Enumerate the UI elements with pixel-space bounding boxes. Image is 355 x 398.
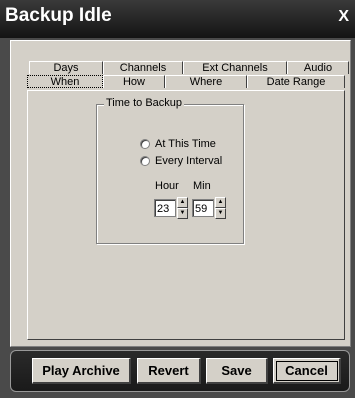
time-to-backup-group: [96, 104, 244, 244]
radio-circle-icon[interactable]: [140, 139, 150, 149]
hour-up-arrow-icon[interactable]: ▲: [177, 197, 188, 208]
play-archive-button[interactable]: Play Archive: [32, 358, 131, 384]
hour-label: Hour: [155, 180, 179, 192]
tab-ext-channels[interactable]: Ext Channels: [183, 61, 287, 74]
backup-window: Backup Idle X Days Channels Ext Channels…: [0, 0, 355, 398]
revert-button[interactable]: Revert: [137, 358, 201, 384]
save-button[interactable]: Save: [206, 358, 268, 384]
tab-row-front: When How Where Date Range: [27, 75, 345, 88]
hour-spinner: ▲ ▼: [177, 197, 188, 219]
radio-circle-icon[interactable]: [140, 156, 150, 166]
tab-days[interactable]: Days: [29, 61, 103, 74]
radio-every-interval-label: Every Interval: [155, 155, 223, 167]
tab-channels[interactable]: Channels: [103, 61, 183, 74]
hour-input[interactable]: 23: [154, 199, 176, 217]
tab-when[interactable]: When: [27, 75, 103, 88]
close-button[interactable]: X: [338, 8, 349, 26]
min-up-arrow-icon[interactable]: ▲: [215, 197, 226, 208]
radio-at-this-time-label: At This Time: [155, 138, 216, 150]
min-label: Min: [193, 180, 211, 192]
radio-every-interval[interactable]: Every Interval: [140, 155, 222, 167]
tab-how[interactable]: How: [103, 75, 165, 88]
group-title: Time to Backup: [104, 97, 185, 109]
title-bar: Backup Idle X: [0, 0, 355, 38]
tab-date-range[interactable]: Date Range: [247, 75, 345, 88]
min-down-arrow-icon[interactable]: ▼: [215, 208, 226, 219]
tab-audio[interactable]: Audio: [287, 61, 349, 74]
window-title: Backup Idle: [5, 5, 112, 26]
cancel-button[interactable]: Cancel: [273, 358, 341, 384]
min-spinner: ▲ ▼: [215, 197, 226, 219]
hour-down-arrow-icon[interactable]: ▼: [177, 208, 188, 219]
tab-row-back: Days Channels Ext Channels Audio: [29, 61, 349, 74]
radio-at-this-time[interactable]: At This Time: [140, 138, 216, 150]
tab-where[interactable]: Where: [165, 75, 247, 88]
min-input[interactable]: 59: [192, 199, 214, 217]
